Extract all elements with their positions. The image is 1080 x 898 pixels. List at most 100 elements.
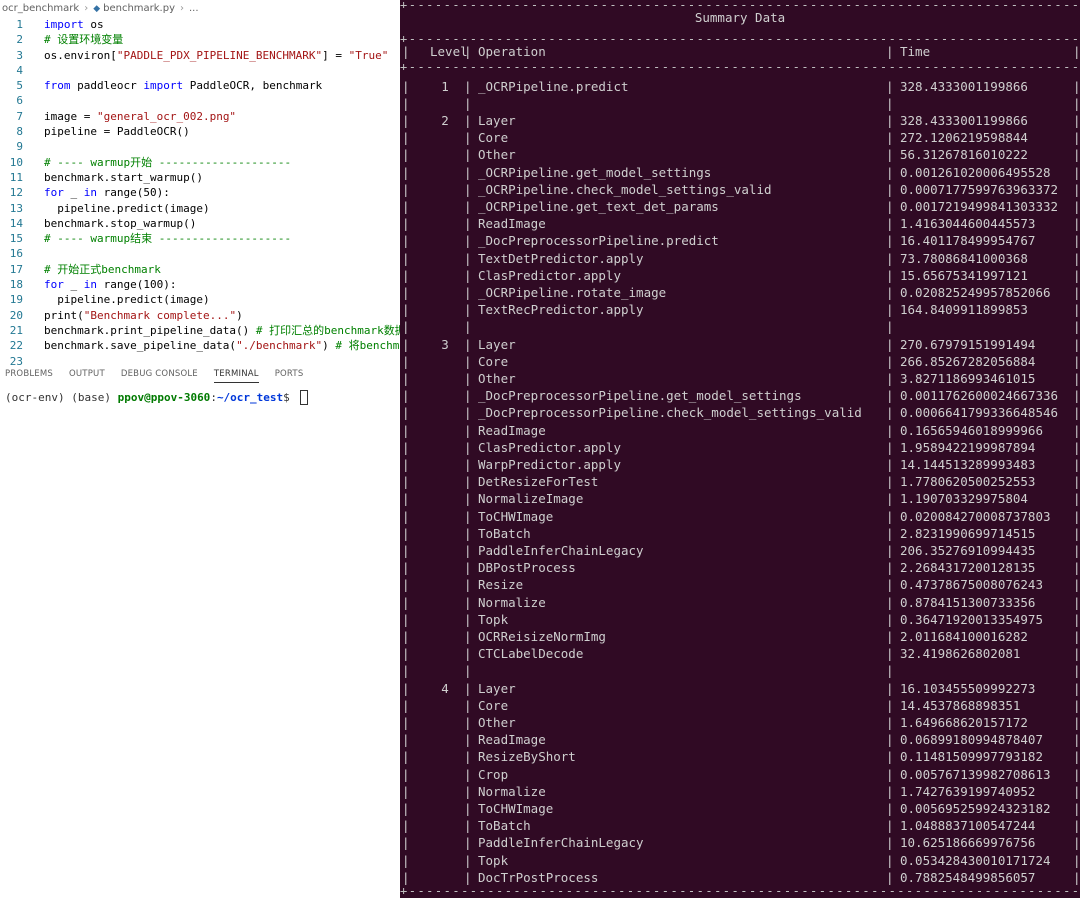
- table-divider: |: [464, 388, 472, 404]
- code-line[interactable]: 17 # 开始正式benchmark: [0, 262, 400, 277]
- table-divider: |: [402, 577, 410, 593]
- table-row: | | Core | 14.4537868898351 |: [400, 697, 1080, 714]
- operation-cell: ReadImage: [478, 216, 546, 232]
- table-divider: |: [464, 818, 472, 834]
- level-cell: 2: [441, 112, 449, 128]
- code-text: pipeline.predict(image): [44, 201, 210, 216]
- line-number: 15: [9, 232, 23, 246]
- code-line[interactable]: 16: [0, 246, 400, 261]
- table-divider: |: [886, 439, 894, 455]
- code-line[interactable]: 11 benchmark.start_warmup(): [0, 170, 400, 185]
- code-line[interactable]: 20 print("Benchmark complete..."): [0, 308, 400, 323]
- operation-cell: _DocPreprocessorPipeline.check_model_set…: [478, 405, 862, 421]
- table-divider: |: [1073, 525, 1080, 541]
- code-line[interactable]: 3 os.environ["PADDLE_PDX_PIPELINE_BENCHMA…: [0, 48, 400, 63]
- table-row: | | _DocPreprocessorPipeline.get_model_set…: [400, 387, 1080, 404]
- code-line[interactable]: 18 for _ in range(100):: [0, 277, 400, 292]
- code-token: _: [63, 186, 84, 200]
- table-divider: |: [402, 800, 410, 816]
- table-divider: |: [886, 508, 894, 524]
- operation-cell: Normalize: [478, 783, 546, 799]
- code-token: benchmark.start_warmup(): [44, 170, 203, 184]
- table-divider: |: [1073, 835, 1080, 851]
- table-divider: |: [1073, 147, 1080, 163]
- code-line[interactable]: 2 # 设置环境变量: [0, 32, 400, 47]
- table-divider: |: [1073, 594, 1080, 610]
- operation-cell: Other: [478, 370, 516, 386]
- operation-cell: TextDetPredictor.apply: [478, 250, 644, 266]
- code-line[interactable]: 21 benchmark.print_pipeline_data() # 打印汇总…: [0, 323, 400, 338]
- table-divider: |: [886, 198, 894, 214]
- code-line[interactable]: 1 import os: [0, 17, 400, 32]
- table-row: | | Other | 56.31267816010222 |: [400, 146, 1080, 163]
- tab-problems[interactable]: PROBLEMS: [5, 366, 53, 382]
- tab-debug-console[interactable]: DEBUG CONSOLE: [121, 366, 198, 382]
- table-divider: |: [1073, 783, 1080, 799]
- code-text: # 开始正式benchmark: [44, 262, 161, 277]
- code-editor[interactable]: 1 import os 2 # 设置环境变量 3 os.environ["PADDLE_P…: [0, 17, 400, 369]
- breadcrumb-file[interactable]: benchmark.py: [103, 3, 175, 14]
- terminal-prompt-line[interactable]: (ocr-env) (base) ppov@ppov-3060: ~/ocr_te…: [5, 390, 309, 405]
- table-divider: |: [886, 336, 894, 352]
- table-divider: |: [1073, 542, 1080, 558]
- code-line[interactable]: 7 image = "general_ocr_002.png": [0, 109, 400, 124]
- table-row: | | _DocPreprocessorPipeline.predict | 16.40…: [400, 232, 1080, 249]
- tab-ports[interactable]: PORTS: [275, 366, 304, 382]
- code-line[interactable]: 5 from paddleocr import PaddleOCR, benchm…: [0, 78, 400, 93]
- code-line[interactable]: 8 pipeline = PaddleOCR(): [0, 124, 400, 139]
- operation-cell: Core: [478, 353, 509, 369]
- table-divider: |: [464, 766, 472, 782]
- code-line[interactable]: 14 benchmark.stop_warmup(): [0, 216, 400, 231]
- table-divider: |: [1073, 284, 1080, 300]
- table-divider: |: [464, 594, 472, 610]
- terminal-output[interactable]: Summary Data +--------------------------…: [400, 0, 1080, 898]
- code-token: pipeline.predict(image): [44, 201, 210, 215]
- operation-cell: Topk: [478, 611, 509, 627]
- table-divider: |: [1073, 44, 1080, 59]
- table-divider: |: [464, 577, 472, 593]
- code-line[interactable]: 4: [0, 63, 400, 78]
- breadcrumb-folder[interactable]: ocr_benchmark: [2, 3, 79, 14]
- time-cell: 1.0488837100547244: [900, 818, 1036, 834]
- tab-terminal[interactable]: TERMINAL: [213, 366, 259, 383]
- table-divider: |: [464, 697, 472, 713]
- table-divider: |: [464, 835, 472, 851]
- table-row: | | _OCRPipeline.check_model_settings_vali…: [400, 181, 1080, 198]
- table-divider: |: [402, 835, 410, 851]
- breadcrumb-ellipsis[interactable]: ...: [189, 3, 199, 14]
- table-divider: |: [464, 267, 472, 283]
- code-line[interactable]: 10 # ---- warmup开始 --------------------: [0, 155, 400, 170]
- code-line[interactable]: 22 benchmark.save_pipeline_data("./benchm…: [0, 338, 400, 353]
- table-divider: |: [402, 284, 410, 300]
- time-cell: 14.4537868898351: [900, 697, 1021, 713]
- time-cell: 0.005695259924323182: [900, 800, 1051, 816]
- time-cell: 1.9589422199987894: [900, 439, 1036, 455]
- table-divider: |: [886, 646, 894, 662]
- table-divider: |: [464, 611, 472, 627]
- code-text: for _ in range(100):: [44, 277, 176, 292]
- table-divider: |: [1073, 388, 1080, 404]
- table-divider: |: [464, 783, 472, 799]
- code-line[interactable]: 9: [0, 139, 400, 154]
- code-text: os.environ["PADDLE_PDX_PIPELINE_BENCHMAR…: [44, 48, 388, 63]
- table-divider: |: [886, 594, 894, 610]
- table-row: | | Core | 272.1206219598844 |: [400, 129, 1080, 146]
- operation-cell: PaddleInferChainLegacy: [478, 542, 644, 558]
- table-row: | | ReadImage | 0.06899180994878407 |: [400, 731, 1080, 748]
- code-line[interactable]: 12 for _ in range(50):: [0, 185, 400, 200]
- code-line[interactable]: 6: [0, 93, 400, 108]
- table-divider: |: [464, 130, 472, 146]
- editor-pane[interactable]: ocr_benchmark › ◆ benchmark.py › ... 1 im…: [0, 0, 400, 898]
- table-divider: |: [464, 216, 472, 232]
- code-line[interactable]: 15 # ---- warmup结束 --------------------: [0, 231, 400, 246]
- table-divider: |: [886, 542, 894, 558]
- tab-output[interactable]: OUTPUT: [69, 366, 105, 382]
- prompt-colon: :: [210, 391, 217, 404]
- time-cell: 0.16565946018999966: [900, 422, 1043, 438]
- table-divider: |: [402, 353, 410, 369]
- code-line[interactable]: 19 pipeline.predict(image): [0, 292, 400, 307]
- code-text: pipeline.predict(image): [44, 292, 209, 307]
- table-divider: |: [402, 181, 410, 197]
- time-cell: 32.4198626802081: [900, 646, 1021, 662]
- code-line[interactable]: 13 pipeline.predict(image): [0, 201, 400, 216]
